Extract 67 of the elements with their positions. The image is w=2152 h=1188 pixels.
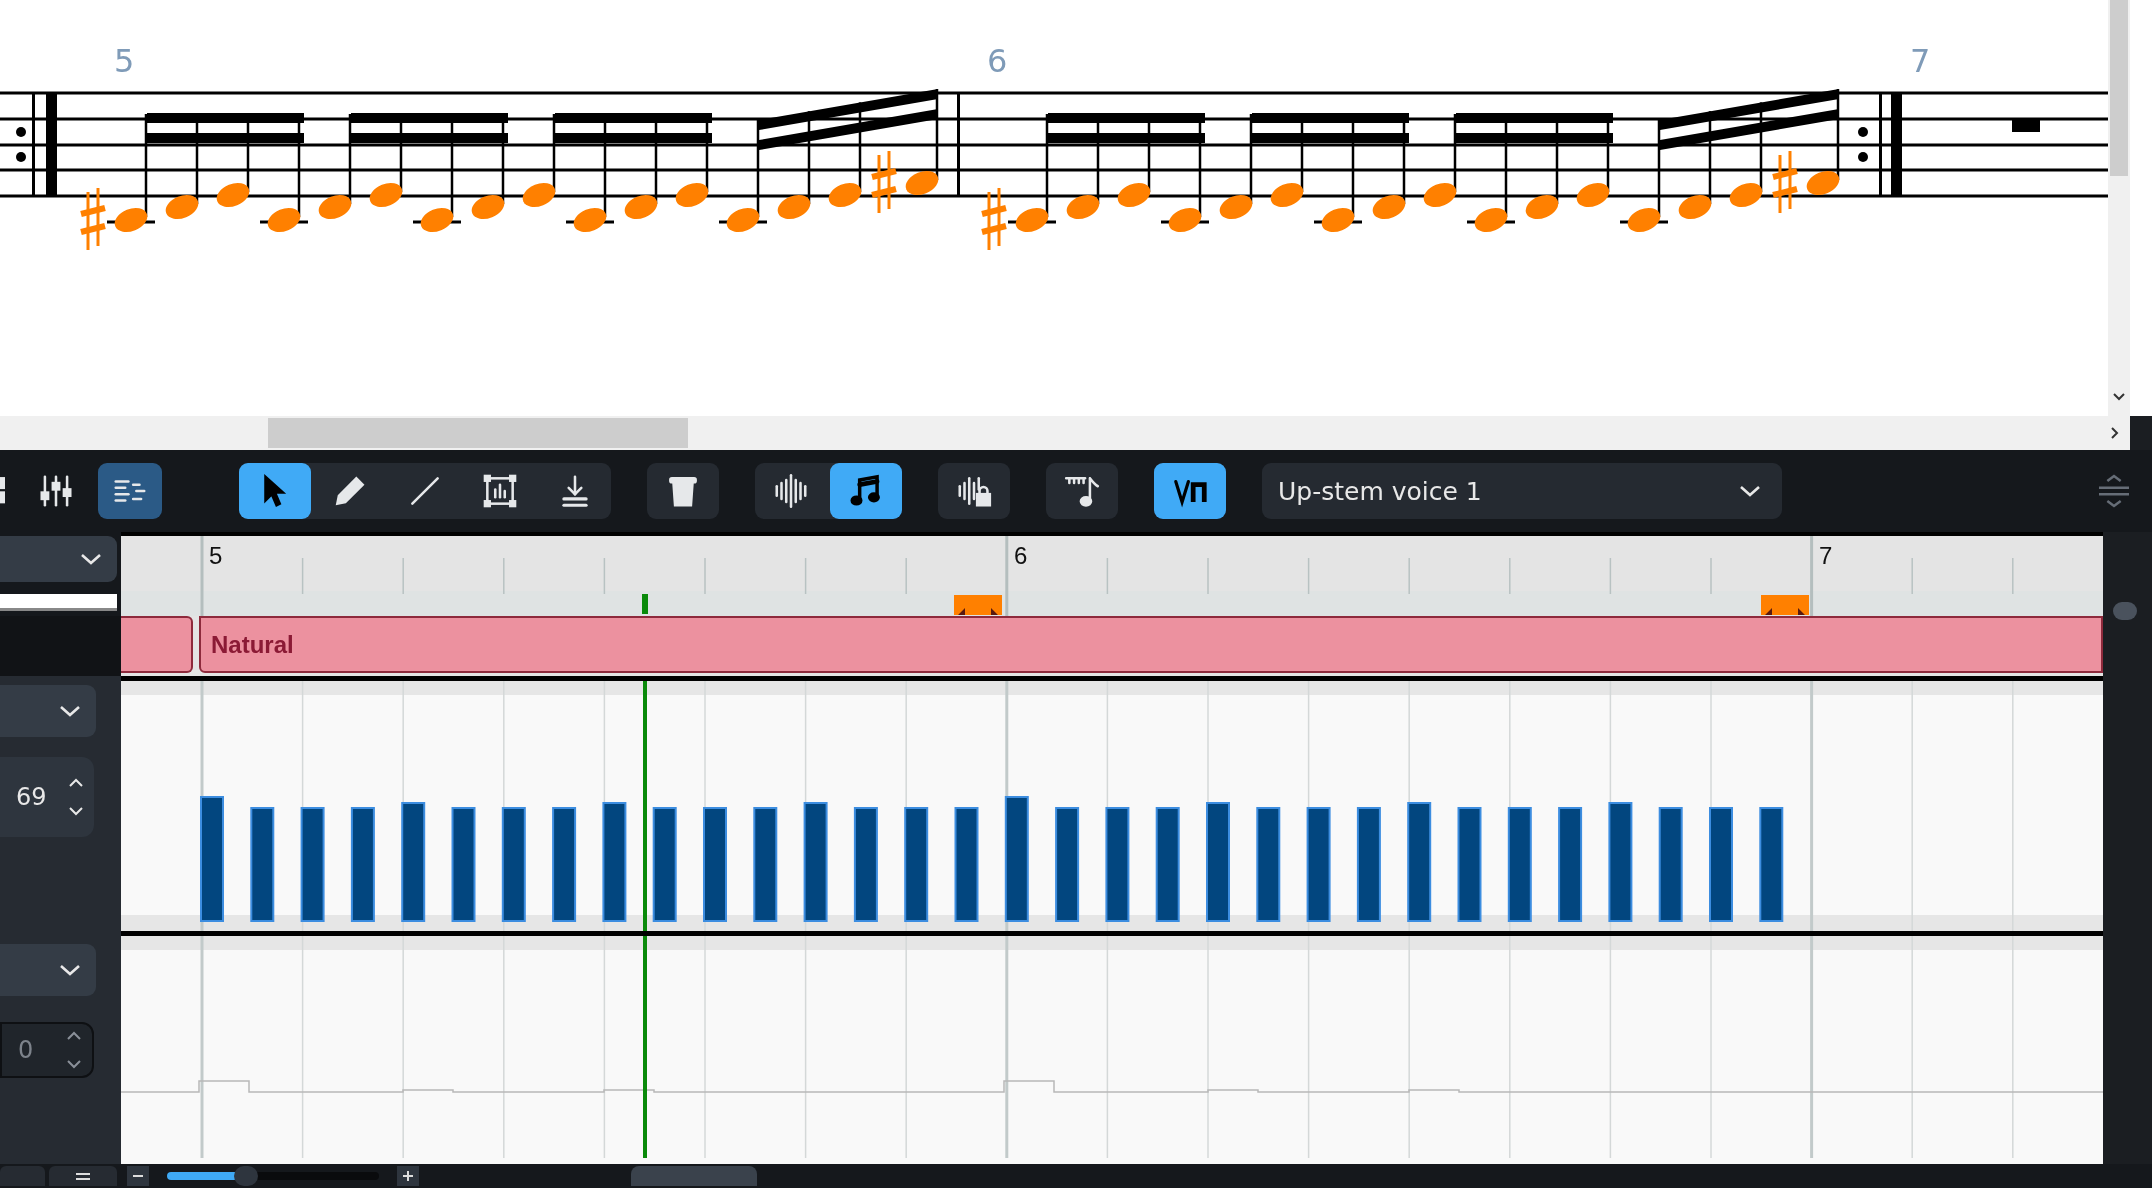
velocity-bar[interactable]	[552, 807, 577, 922]
velocity-bar[interactable]	[300, 807, 325, 922]
slider-thumb[interactable]	[234, 1166, 259, 1186]
velocity-bar[interactable]	[753, 807, 778, 922]
velocity-bar[interactable]	[401, 802, 426, 922]
scrollbar-thumb[interactable]	[2110, 0, 2128, 176]
velocity-bar[interactable]	[853, 807, 878, 922]
bar-number: 6	[1014, 542, 1028, 570]
velocity-bar[interactable]	[451, 807, 476, 922]
menu-button[interactable]	[49, 1166, 117, 1186]
menu-icon	[74, 1170, 92, 1182]
chevron-down-icon	[1738, 484, 1762, 498]
technique-block[interactable]	[121, 616, 193, 673]
zoom-out-button[interactable]	[127, 1166, 149, 1186]
velocity-bar[interactable]	[1507, 807, 1532, 922]
velocity-bar[interactable]	[250, 807, 275, 922]
velocity-bar[interactable]	[1759, 807, 1784, 922]
velocity-bar[interactable]	[1306, 807, 1331, 922]
zoom-in-button[interactable]	[397, 1166, 419, 1186]
technique-label: Natural	[211, 630, 294, 659]
scrollbar-thumb[interactable]	[268, 418, 688, 448]
lane-handle[interactable]	[2113, 602, 2137, 620]
bar-number: 7	[1819, 542, 1833, 570]
select-tool-button[interactable]	[239, 463, 311, 519]
velocity-bar[interactable]	[904, 807, 929, 922]
horizontal-scrollbar[interactable]	[0, 416, 2130, 450]
velocity-bar[interactable]	[1457, 807, 1482, 922]
velocity-bar[interactable]	[954, 807, 979, 922]
technique-block[interactable]: Natural	[199, 616, 2103, 673]
chevron-down-icon	[58, 963, 82, 977]
velocity-bar[interactable]	[1407, 802, 1432, 922]
velocity-bar[interactable]	[652, 807, 677, 922]
velocity-bar[interactable]	[803, 802, 828, 922]
velocity-bar[interactable]	[1558, 807, 1583, 922]
chevron-down-icon	[79, 552, 103, 566]
velocity-bar[interactable]	[1155, 807, 1180, 922]
velocity-bar[interactable]	[1608, 802, 1633, 922]
velocity-bar[interactable]	[1356, 807, 1381, 922]
velocity-bar[interactable]	[1004, 796, 1029, 922]
range-marker-icon[interactable]	[1761, 595, 1809, 615]
lanes-tool-button[interactable]	[98, 463, 162, 519]
bowing-tool-button[interactable]	[1154, 463, 1226, 519]
playhead-marker[interactable]	[642, 594, 648, 614]
velocity-bar[interactable]	[1658, 807, 1683, 922]
note-tool-button[interactable]	[830, 463, 902, 519]
velocity-bar[interactable]	[1055, 807, 1080, 922]
lane-value: 0	[18, 1036, 34, 1064]
waveform-icon	[772, 472, 810, 510]
chevron-down-icon[interactable]	[2112, 392, 2126, 402]
velocity-bar[interactable]	[1105, 807, 1130, 922]
timeline-ruler[interactable]: 5 6 7	[121, 536, 2103, 616]
velocity-bar[interactable]	[350, 807, 375, 922]
music-notation-drawing: 5 6 7	[0, 0, 2108, 416]
voice-dropdown[interactable]: Up-stem voice 1	[1262, 463, 1782, 519]
box-icon	[481, 472, 519, 510]
scrollbar-thumb[interactable]	[631, 1166, 757, 1186]
velocity-value: 69	[16, 783, 47, 811]
vertical-scrollbar[interactable]	[2108, 0, 2130, 416]
velocity-bar[interactable]	[602, 802, 627, 922]
range-marker-icon[interactable]	[954, 595, 1002, 615]
chevron-right-icon[interactable]	[2110, 426, 2120, 440]
velocity-bar[interactable]	[501, 807, 526, 922]
velocity-spinbox[interactable]: 69	[0, 757, 94, 837]
chevron-down-icon	[58, 704, 82, 718]
plus-icon	[401, 1169, 415, 1183]
velocity-bar[interactable]	[1256, 807, 1281, 922]
bar-number: 5	[209, 542, 223, 570]
